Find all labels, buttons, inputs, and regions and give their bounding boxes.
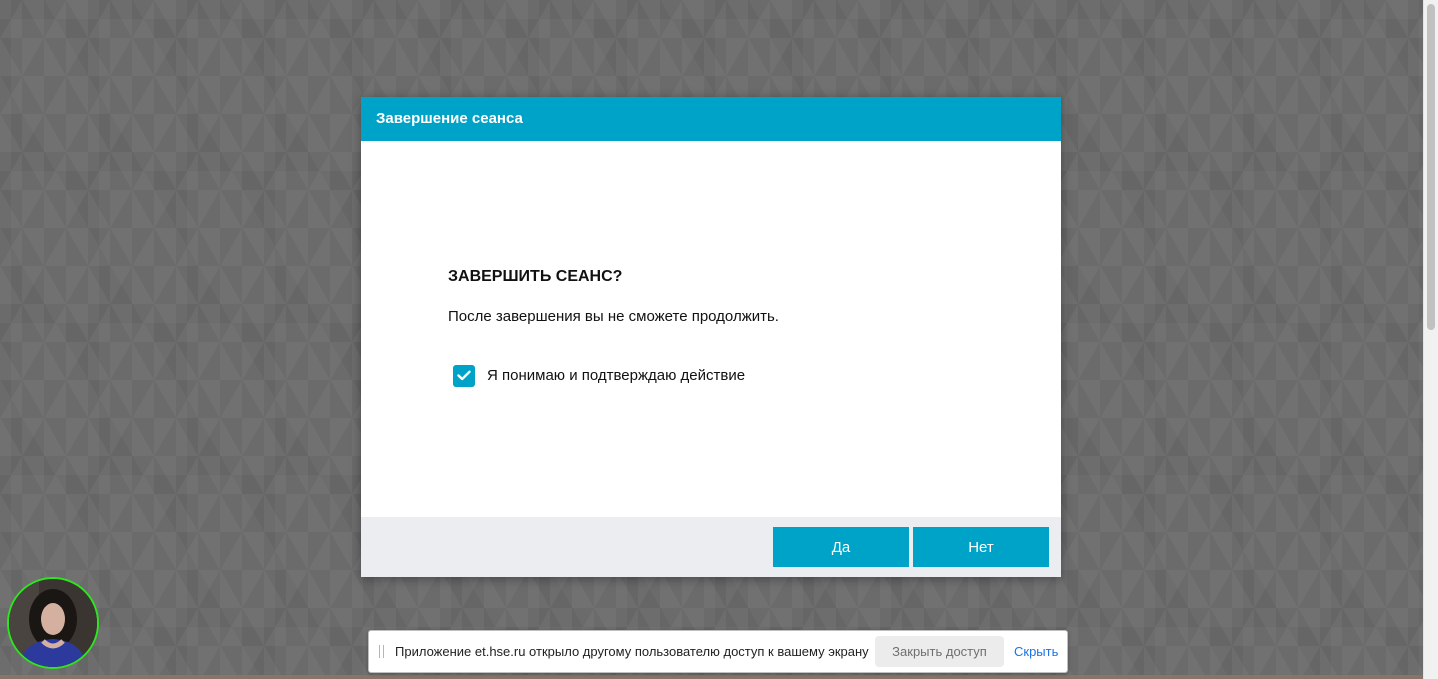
hide-link[interactable]: Скрыть	[1014, 644, 1058, 659]
dialog-message: После завершения вы не сможете продолжит…	[448, 308, 779, 325]
drag-handle-icon[interactable]	[379, 645, 385, 658]
confirm-checkbox[interactable]	[453, 364, 475, 387]
stop-sharing-button[interactable]: Закрыть доступ	[875, 636, 1004, 667]
confirm-label[interactable]: Я понимаю и подтверждаю действие	[487, 367, 745, 384]
yes-button[interactable]: Да	[773, 527, 909, 567]
confirm-checkbox-row[interactable]: Я понимаю и подтверждаю действие	[453, 364, 745, 387]
screen-share-message: Приложение et.hse.ru открыло другому пол…	[395, 644, 869, 659]
bottom-content-strip	[0, 675, 1423, 679]
dialog-footer: Да Нет	[361, 517, 1061, 577]
webcam-person-image	[9, 579, 97, 667]
no-button[interactable]: Нет	[913, 527, 1049, 567]
screen-share-notification: Приложение et.hse.ru открыло другому пол…	[368, 630, 1068, 673]
webcam-preview[interactable]	[7, 577, 99, 669]
dialog-heading: ЗАВЕРШИТЬ СЕАНС?	[448, 268, 623, 285]
checkmark-icon	[457, 370, 471, 381]
scrollbar-thumb[interactable]	[1427, 4, 1435, 330]
dialog-title: Завершение сеанса	[361, 97, 1061, 141]
end-session-dialog: Завершение сеанса ЗАВЕРШИТЬ СЕАНС? После…	[361, 97, 1061, 577]
